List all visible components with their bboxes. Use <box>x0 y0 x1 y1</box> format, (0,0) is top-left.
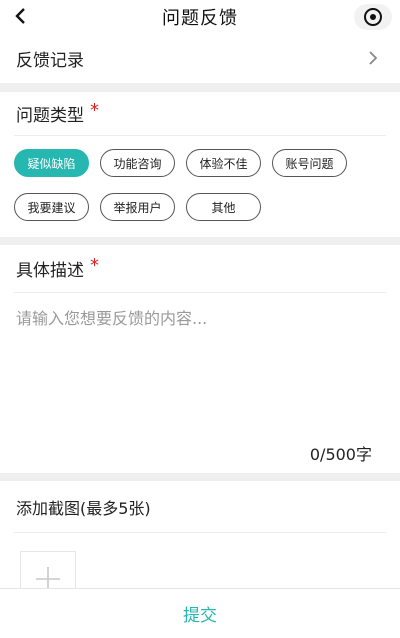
description-input[interactable] <box>14 303 386 423</box>
submit-button[interactable]: 提交 <box>183 601 217 626</box>
tag-other[interactable]: 其他 <box>186 193 261 221</box>
issue-type-title: 问题类型 * <box>14 92 386 136</box>
char-counter: 0/500字 <box>309 445 372 464</box>
capsule-button[interactable] <box>354 4 392 30</box>
description-section: 具体描述 * 0/500字 <box>0 245 400 473</box>
page-title: 问题反馈 <box>162 7 238 29</box>
back-button[interactable] <box>6 1 34 31</box>
screenshot-title: 添加截图(最多5张) <box>14 481 386 533</box>
chevron-left-icon <box>15 8 25 24</box>
issue-type-section: 问题类型 * 疑似缺陷 功能咨询 体验不佳 账号问题 我要建议 举报用户 其他 <box>0 92 400 237</box>
submit-bar: 提交 <box>0 588 400 638</box>
description-label: 具体描述 <box>16 261 84 281</box>
target-icon <box>364 8 382 26</box>
issue-type-tags: 疑似缺陷 功能咨询 体验不佳 账号问题 我要建议 举报用户 其他 <box>0 136 400 237</box>
description-title: 具体描述 * <box>14 245 386 293</box>
required-mark: * <box>90 255 99 276</box>
required-mark: * <box>90 100 99 121</box>
tag-feature-inquiry[interactable]: 功能咨询 <box>100 149 175 177</box>
tag-report-user[interactable]: 举报用户 <box>100 193 175 221</box>
feedback-record-label: 反馈记录 <box>16 50 84 71</box>
issue-type-label: 问题类型 <box>16 106 84 126</box>
feedback-record-row[interactable]: 反馈记录 <box>0 33 400 83</box>
tag-poor-experience[interactable]: 体验不佳 <box>186 149 261 177</box>
tag-suggestion[interactable]: 我要建议 <box>14 193 89 221</box>
tag-account-issue[interactable]: 账号问题 <box>272 149 347 177</box>
tag-suspected-defect[interactable]: 疑似缺陷 <box>14 149 89 177</box>
chevron-right-icon <box>369 51 378 65</box>
top-navigation-bar: 问题反馈 <box>0 0 400 33</box>
